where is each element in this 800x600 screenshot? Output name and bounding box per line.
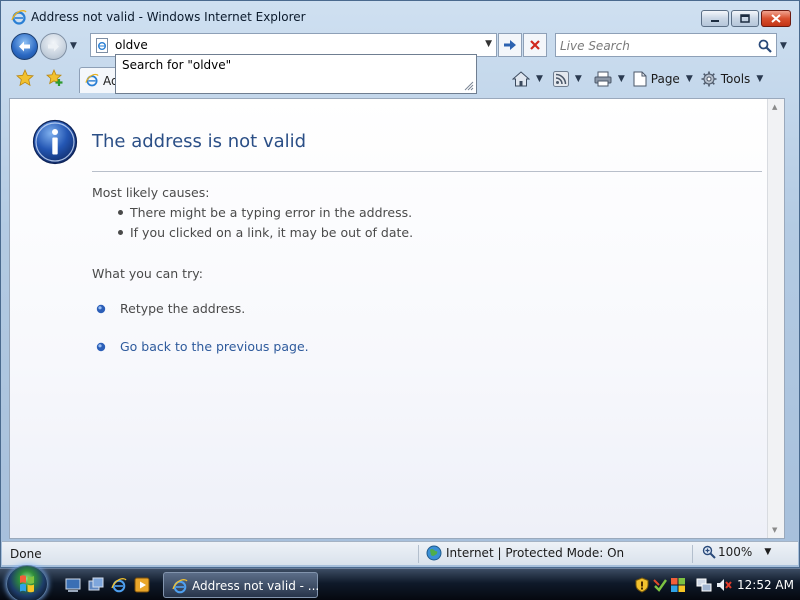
- page-content: The address is not valid Most likely cau…: [9, 98, 785, 539]
- taskbar-window-label: Address not valid - ...: [192, 579, 320, 593]
- media-player-icon[interactable]: [134, 577, 150, 593]
- search-options-dropdown-icon[interactable]: ▼: [780, 41, 787, 51]
- windows-defender-icon[interactable]: [652, 577, 668, 593]
- go-arrow-icon: [504, 40, 516, 50]
- title-divider: [92, 171, 762, 172]
- search-input[interactable]: [560, 37, 750, 54]
- zone-label: Internet | Protected Mode: On: [446, 546, 625, 560]
- recent-pages-dropdown-icon[interactable]: ▼: [70, 41, 77, 51]
- go-back-text[interactable]: Go back to the previous page.: [120, 339, 309, 354]
- stop-button[interactable]: [523, 33, 547, 57]
- vertical-scrollbar[interactable]: ▲ ▼: [767, 99, 784, 538]
- start-button[interactable]: [6, 565, 48, 600]
- search-box[interactable]: [555, 33, 777, 57]
- minimize-icon: [711, 19, 719, 22]
- command-bar: ▼ ▼ ▼ Page ▼ Tools ▼: [509, 67, 766, 91]
- status-text: Done: [10, 547, 42, 561]
- windows-logo-icon: [20, 575, 34, 593]
- minimize-button[interactable]: [701, 10, 729, 27]
- home-dropdown-icon[interactable]: ▼: [536, 74, 543, 84]
- favorites-center-icon[interactable]: [16, 69, 34, 87]
- page-dropdown-icon: ▼: [685, 74, 693, 84]
- zoom-level: 100%: [718, 545, 753, 559]
- tools-dropdown-icon: ▼: [756, 74, 764, 84]
- page-icon: [96, 38, 108, 53]
- feeds-button[interactable]: ▼: [550, 68, 585, 90]
- cause-text: If you clicked on a link, it may be out …: [130, 225, 414, 240]
- go-button[interactable]: [498, 33, 522, 57]
- forward-button[interactable]: [40, 33, 67, 60]
- forward-arrow-icon: [48, 41, 59, 52]
- try-heading: What you can try:: [92, 266, 203, 281]
- system-tray: 12:52 AM: [630, 569, 800, 600]
- info-icon: [32, 119, 78, 165]
- address-dropdown-icon[interactable]: ▼: [485, 39, 492, 49]
- ie-window: Address not valid - Windows Internet Exp…: [0, 0, 800, 568]
- home-button[interactable]: ▼: [509, 68, 546, 90]
- close-window-button[interactable]: [761, 10, 791, 27]
- bullet-icon: [118, 210, 123, 215]
- scroll-up-icon[interactable]: ▲: [772, 103, 777, 111]
- zoom-control[interactable]: 100% ▼: [702, 545, 771, 559]
- blue-bullet-icon: [96, 342, 106, 352]
- status-divider: [418, 545, 419, 563]
- blue-bullet-icon: [96, 304, 106, 314]
- close-icon: [771, 14, 781, 23]
- causes-list: There might be a typing error in the add…: [116, 205, 413, 245]
- status-divider: [692, 545, 693, 563]
- taskbar-ie-window-button[interactable]: Address not valid - ...: [163, 572, 320, 598]
- internet-explorer-icon: [11, 10, 27, 25]
- add-to-favorites-icon[interactable]: [46, 69, 64, 87]
- gear-icon: [701, 71, 717, 87]
- globe-icon: [426, 545, 442, 561]
- zoom-icon: [702, 545, 716, 559]
- causes-heading: Most likely causes:: [92, 185, 210, 200]
- internet-explorer-icon: [172, 579, 188, 594]
- back-arrow-icon: [19, 41, 30, 52]
- address-suggestions: Search for "oldve": [115, 54, 477, 94]
- security-zone[interactable]: Internet | Protected Mode: On: [426, 545, 624, 561]
- tab-label: Address not valid: [103, 74, 115, 88]
- bullet-icon: [118, 230, 123, 235]
- page-menu-label: Page: [650, 72, 680, 86]
- title-bar: Address not valid - Windows Internet Exp…: [1, 1, 799, 33]
- tools-menu-label: Tools: [720, 72, 751, 86]
- restore-button[interactable]: [731, 10, 759, 27]
- security-shield-icon[interactable]: [634, 577, 650, 593]
- print-dropdown-icon[interactable]: ▼: [618, 74, 625, 84]
- internet-explorer-icon: [85, 73, 99, 87]
- show-desktop-icon[interactable]: [65, 577, 81, 593]
- scroll-down-icon[interactable]: ▼: [772, 526, 777, 534]
- resize-grip-icon[interactable]: [462, 79, 474, 91]
- window-title: Address not valid - Windows Internet Exp…: [31, 10, 306, 24]
- printer-icon: [594, 71, 612, 87]
- home-icon: [512, 71, 530, 87]
- back-button[interactable]: [11, 33, 38, 60]
- switch-windows-icon[interactable]: [88, 577, 104, 593]
- retype-address-text: Retype the address.: [120, 301, 246, 316]
- page-title: The address is not valid: [92, 131, 307, 152]
- zoom-dropdown-icon[interactable]: ▼: [764, 547, 771, 557]
- list-item: If you clicked on a link, it may be out …: [116, 225, 413, 245]
- internet-explorer-icon[interactable]: [111, 577, 127, 593]
- tools-menu-button[interactable]: Tools ▼: [698, 68, 766, 90]
- taskbar: Address not valid - ... 12:52 AM: [0, 565, 800, 600]
- network-icon[interactable]: [696, 577, 712, 593]
- suggestion-search-item[interactable]: Search for "oldve": [122, 58, 231, 72]
- search-icon[interactable]: [757, 38, 773, 54]
- windows-flag-icon[interactable]: [670, 577, 686, 593]
- restore-icon: [740, 14, 750, 23]
- address-input[interactable]: [115, 36, 475, 54]
- page-menu-button[interactable]: Page ▼: [630, 68, 696, 90]
- cause-text: There might be a typing error in the add…: [130, 205, 413, 220]
- clock: 12:52 AM: [737, 578, 794, 592]
- stop-x-icon: [530, 40, 540, 50]
- page-icon: [633, 71, 647, 87]
- volume-muted-icon[interactable]: [716, 577, 732, 593]
- feeds-dropdown-icon[interactable]: ▼: [575, 74, 582, 84]
- feeds-icon: [552, 71, 569, 87]
- status-bar: Done Internet | Protected Mode: On 100% …: [2, 541, 798, 565]
- list-item: There might be a typing error in the add…: [116, 205, 413, 225]
- print-button[interactable]: ▼: [591, 68, 628, 90]
